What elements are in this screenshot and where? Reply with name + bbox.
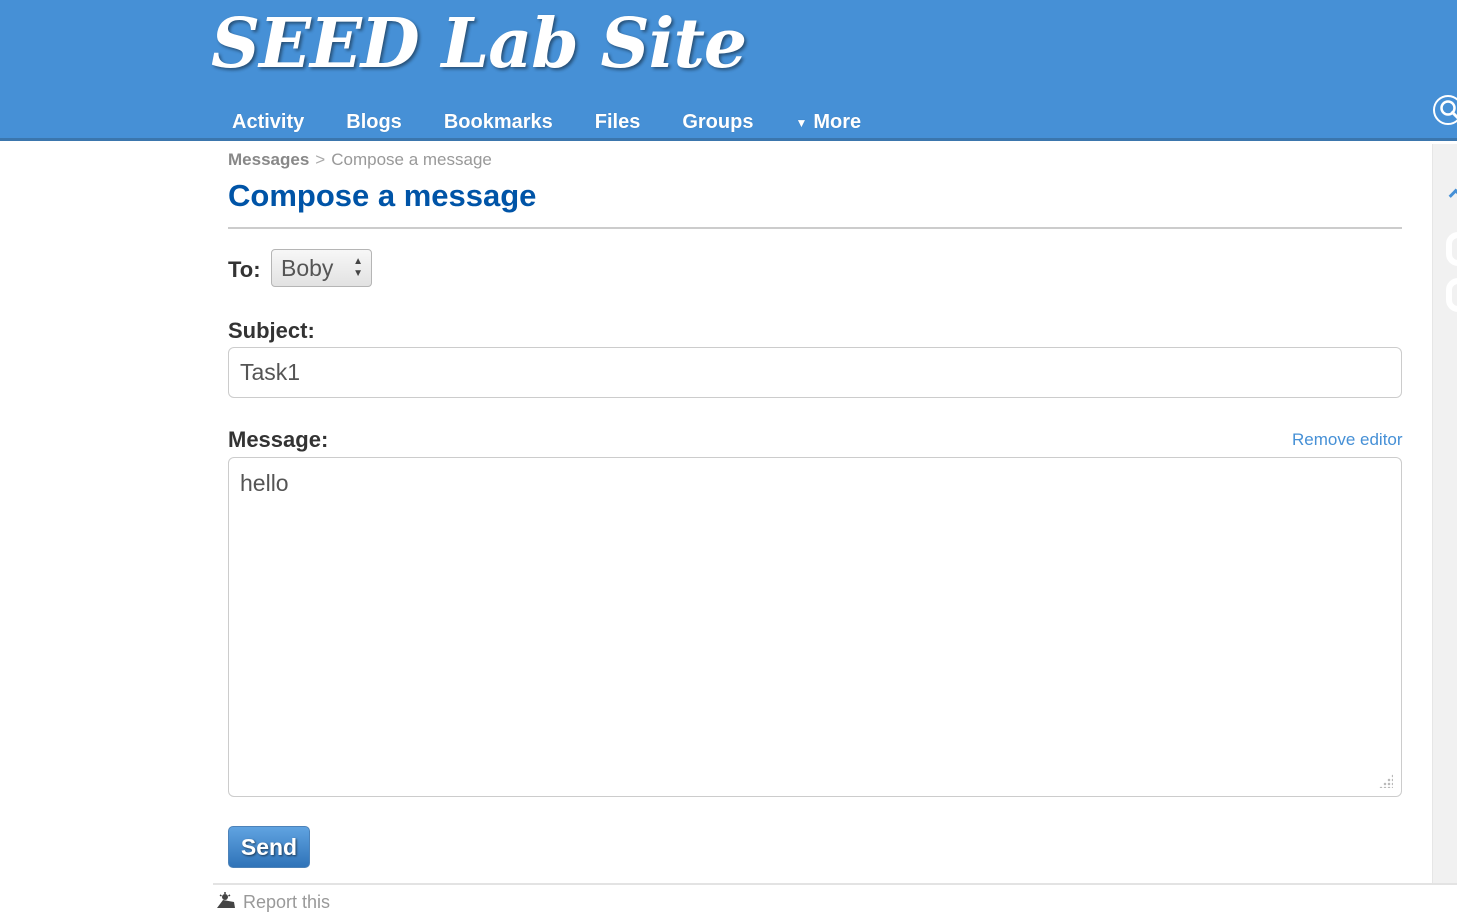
report-this-link[interactable]: Report this	[214, 892, 330, 914]
breadcrumb-current: Compose a message	[331, 150, 492, 169]
breadcrumb-separator: >	[315, 150, 326, 169]
send-button[interactable]: Send	[228, 826, 310, 868]
message-text: hello	[240, 470, 289, 496]
sidebar-decoration	[1446, 232, 1457, 266]
recipient-select-value: Boby	[281, 255, 334, 281]
sidebar-decoration	[1446, 278, 1457, 312]
message-textarea[interactable]: hello	[228, 457, 1402, 797]
select-arrows-icon: ▲ ▼	[353, 256, 363, 279]
nav-item-files[interactable]: Files	[574, 107, 662, 139]
resize-grip-icon[interactable]	[1379, 774, 1393, 788]
report-icon	[217, 892, 235, 908]
nav-item-bookmarks[interactable]: Bookmarks	[423, 107, 574, 139]
breadcrumb: Messages > Compose a message	[228, 150, 492, 170]
nav-item-groups[interactable]: Groups	[661, 107, 774, 139]
message-label: Message:	[228, 427, 329, 452]
main-nav: Activity Blogs Bookmarks Files Groups ▼ M…	[211, 107, 882, 139]
nav-item-more-label: More	[813, 111, 862, 133]
subject-label: Subject:	[228, 318, 315, 343]
nav-item-blogs[interactable]: Blogs	[325, 107, 423, 139]
breadcrumb-messages-link[interactable]: Messages	[228, 150, 309, 169]
remove-editor-link[interactable]: Remove editor	[1292, 430, 1403, 450]
title-divider	[228, 227, 1402, 229]
search-icon	[1440, 100, 1457, 120]
recipient-select[interactable]: Boby ▲ ▼	[271, 249, 372, 287]
footer-divider	[213, 883, 1457, 885]
nav-item-activity[interactable]: Activity	[211, 107, 325, 139]
site-header: SEED Lab Site Activity Blogs Bookmarks F…	[0, 0, 1457, 141]
report-this-label: Report this	[243, 892, 331, 912]
subject-input[interactable]: Task1	[228, 347, 1402, 398]
search-button[interactable]	[1433, 95, 1457, 125]
to-label: To:	[228, 257, 261, 282]
page-title: Compose a message	[228, 178, 537, 213]
site-title[interactable]: SEED Lab Site	[211, 4, 747, 84]
nav-item-more[interactable]: ▼ More	[774, 107, 882, 139]
caret-down-icon: ▼	[795, 116, 808, 130]
